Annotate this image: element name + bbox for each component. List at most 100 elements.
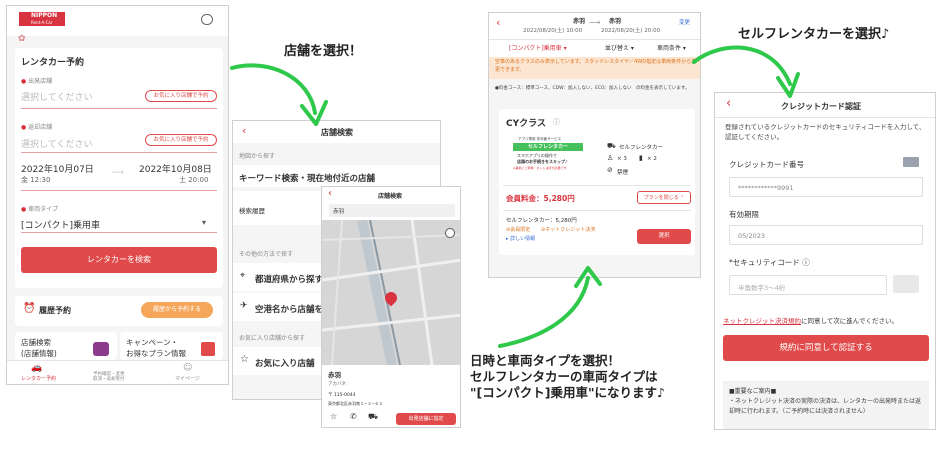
from-datetime: 2022/08/20(土) 10:00 <box>523 28 583 34</box>
paw-icon: ✿ <box>18 34 26 44</box>
arrow-to-store-search <box>230 63 328 126</box>
map-pin-icon: ⌖ <box>240 271 246 281</box>
expiry-value: 05/2023 <box>738 232 766 240</box>
departure-input[interactable]: 選択してください <box>21 90 92 103</box>
to-datetime: 2022/08/20(土) 20:00 <box>601 28 661 34</box>
keyword-search-link[interactable]: キーワード検索・現在地付近の店舗 <box>239 172 375 184</box>
banner-subtitle: アプリ専用 非対面サービス <box>518 137 562 141</box>
store-info-label: (店舗情報) <box>21 349 57 358</box>
campaign-label: キャンペーン・ <box>126 338 179 347</box>
card-number-value: ************9991 <box>738 184 794 192</box>
store-kana: アカバネ <box>328 382 346 387</box>
history-label: 検索履歴 <box>239 207 265 215</box>
expiry-field[interactable]: 05/2023 <box>729 225 923 245</box>
nav-item-reservation[interactable]: レンタカー予約 <box>21 375 56 382</box>
banner-title: セルフレンタカー <box>513 143 583 151</box>
other-section-label: その他の方法で探す <box>239 251 294 258</box>
select-button[interactable]: 選択 <box>637 229 691 244</box>
favorite-departure-button[interactable]: お気に入り店舗で予約 <box>145 90 217 102</box>
star-icon[interactable]: ☆ <box>330 412 337 421</box>
cvv-card-icon <box>893 275 919 293</box>
date-arrow-icon: ⟶ <box>111 168 124 178</box>
bag-icon: ▮ <box>639 154 643 162</box>
cvv-input: 半角数字3〜4桁 <box>738 284 786 292</box>
vehicle-label: ● 車両タイプ <box>21 206 59 213</box>
banner-note: ※事前にご準備・ネット決済が必要です <box>513 166 567 170</box>
end-date[interactable]: 2022年10月08日 <box>139 162 212 175</box>
departure-label: ● 出発店舗 <box>21 78 53 85</box>
expiry-label: 有効期限 <box>729 210 759 219</box>
no-smoking-icon: ⊘ <box>607 166 613 174</box>
prefecture-link[interactable]: 都道府県から探す <box>255 273 323 285</box>
chat-icon[interactable] <box>201 14 213 25</box>
date-underline <box>21 190 217 191</box>
notice-text: 空車のあるクラスのみ表示しています。スタッドレスタイヤ／4WD指定は車両条件から… <box>495 59 697 73</box>
agree-authenticate-button[interactable]: 規約に同意して認証する <box>723 335 929 361</box>
alarm-icon: ⏰ <box>23 303 36 314</box>
return-input[interactable]: 選択してください <box>21 137 92 150</box>
phone-icon[interactable]: ✆ <box>350 412 357 421</box>
set-departure-store-button[interactable]: 出発店舗に指定 <box>396 413 456 425</box>
member-price: 会員料金：5,280円 <box>506 194 575 203</box>
back-icon[interactable]: ‹ <box>328 188 332 199</box>
filter-vehicle-type[interactable]: [コンパクト]乗用車 ▾ <box>509 43 567 52</box>
info-icon[interactable]: ⓘ <box>802 258 810 267</box>
back-icon[interactable]: ‹ <box>496 16 500 29</box>
plan-info-label: お得なプラン情報 <box>126 349 186 358</box>
favorite-section-label: お気に入り店舗から探す <box>239 335 306 342</box>
favorite-store-link[interactable]: お気に入り店舗 <box>255 357 315 369</box>
search-rentacar-button[interactable]: レンタカーを検索 <box>21 247 217 273</box>
return-underline <box>21 152 217 153</box>
vehicle-select[interactable]: [コンパクト]乗用車 <box>21 218 100 231</box>
spec-seats: × 3 <box>617 156 627 162</box>
class-name: CYクラス <box>506 119 546 129</box>
nav-item-mypage[interactable]: マイページ <box>175 375 200 382</box>
to-store: 赤羽 <box>609 18 622 25</box>
notice-title: ■重要なご案内■ <box>729 388 777 395</box>
end-time[interactable]: 土 20:00 <box>179 175 208 185</box>
cvv-field[interactable]: 半角数字3〜4桁 <box>729 275 887 295</box>
gift-icon <box>201 342 215 356</box>
filter-condition[interactable]: 車両条件 ▾ <box>657 43 686 52</box>
vehicle-underline <box>21 232 217 233</box>
terms-text: ネットクレジット決済規約に同意して次に進んでください。 <box>723 317 898 325</box>
card-number-label: クレジットカード番号 <box>729 160 804 169</box>
start-date[interactable]: 2022年10月07日 <box>21 162 94 175</box>
page-title: レンタカー予約 <box>21 58 85 68</box>
arrow-to-vehicle-results <box>498 266 602 348</box>
caption-select-store: 店舗を選択！ <box>284 44 363 59</box>
start-time[interactable]: 金 12:30 <box>21 175 50 185</box>
favorite-return-button[interactable]: お気に入り店舗で予約 <box>145 134 217 146</box>
logo: NIPPON Rent-A-Car <box>19 12 65 26</box>
detail-link[interactable]: ▸ 詳しい情報 <box>506 235 535 242</box>
store-address: 東京都北区赤羽南１−３−６２ <box>328 401 383 406</box>
star-icon: ☆ <box>240 354 249 365</box>
store-zip: 〒 115-0044 <box>328 393 356 398</box>
date-arrow-icon: ⟶ <box>589 18 601 27</box>
history-reserve-button[interactable]: 履歴から予約する <box>141 302 213 318</box>
card-number-field[interactable]: ************9991 <box>729 177 923 197</box>
search-input[interactable]: 赤羽 <box>329 204 455 217</box>
map-section-label: 地図から探す <box>239 153 276 160</box>
car-icon[interactable]: ⛟ <box>368 412 378 422</box>
banner-line2: 店頭のお手続きをスキップ♪ <box>517 159 568 164</box>
close-plan-button[interactable]: プランを閉じる ⌃ <box>637 191 691 204</box>
self-price: セルフレンタカー：5,280円 <box>506 218 577 224</box>
locate-me-icon[interactable] <box>445 228 455 238</box>
nav-item-confirm[interactable]: 予約確認・変更 取消・返却受付 <box>93 372 125 382</box>
airplane-icon: ✈ <box>240 301 248 311</box>
nav-reservation-icon: 🚗 <box>31 363 43 373</box>
screen-rental-reservation: NIPPON Rent-A-Car ✿ レンタカー予約 ● 出発店舗 選択してく… <box>6 5 229 385</box>
card-icon <box>903 157 919 167</box>
cvv-label: *セキュリティコード ⓘ <box>729 258 810 267</box>
car-icon <box>93 342 109 356</box>
seat-icon: ♙ <box>607 154 614 162</box>
info-icon[interactable]: ⓘ <box>553 117 560 127</box>
terms-link[interactable]: ネットクレジット決済規約 <box>723 317 801 325</box>
screen-credit-card: ‹ クレジットカード認証 登録されているクレジットカードのセキュリティコードを入… <box>714 92 936 430</box>
spec-bags: × 2 <box>647 156 657 162</box>
filter-sort[interactable]: 並び替え ▾ <box>605 43 634 52</box>
change-link[interactable]: 変更 <box>679 18 690 26</box>
from-store: 赤羽 <box>573 18 586 25</box>
map-area[interactable] <box>322 220 460 365</box>
